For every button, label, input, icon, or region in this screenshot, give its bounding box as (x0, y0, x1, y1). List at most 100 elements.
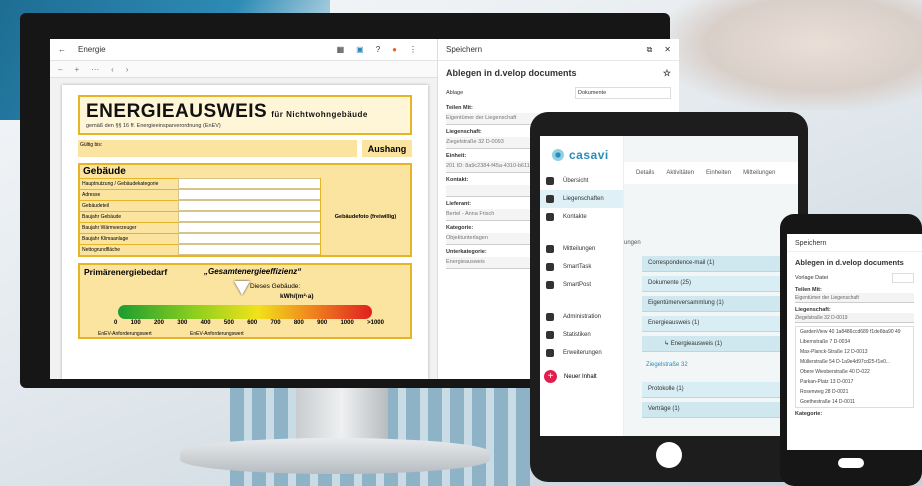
sidebar-item-uebersicht[interactable]: Übersicht (540, 172, 623, 190)
tab-aktivitaeten[interactable]: Aktivitäten (666, 170, 694, 176)
folder-row[interactable]: Energieausweis (1) (642, 316, 798, 332)
aushang-label: Aushang (362, 140, 412, 157)
vorlage-select[interactable] (892, 273, 914, 283)
sidebar-item-erweiterungen[interactable]: Erweiterungen (540, 344, 623, 362)
phone-home-button (838, 458, 864, 468)
dropdown-option[interactable]: Obere Wiesberstraße 40 D-022 (796, 367, 913, 377)
megaphone-icon (546, 245, 554, 253)
scale-tick: 400 (200, 320, 211, 326)
gebaeude-row-label: Gebäudeteil (80, 200, 178, 211)
monitor-stand (296, 386, 388, 442)
phone: Speichern Ablegen in d.velop documents V… (780, 214, 922, 486)
gebaeude-row-label: Baujahr Gebäude (80, 211, 178, 222)
teilen-mit-input[interactable]: Eigentümer der Liegenschaft (795, 293, 914, 303)
grid-icon[interactable]: ▦ (337, 45, 345, 54)
gebaeude-row-label: Adresse (80, 189, 178, 200)
enev-label: EnEV-Anforderungswert (190, 331, 244, 337)
expand-icon[interactable]: ⧉ (647, 45, 653, 55)
dieses-gebaeude-label: Dieses Gebäude: (250, 283, 301, 290)
dropdown-option[interactable]: Max-Planck-Straße 12 D-0013 (796, 347, 913, 357)
dropdown-option[interactable]: Müllerstraße 54 D-1a9e4d97cd25-f1e0... (796, 357, 913, 367)
document-viewer: ← Energie ▦ ▣ ? ● ⋮ – + ⋯ ‹ › ENERGIEAUS… (50, 39, 438, 379)
contacts-icon (546, 213, 554, 221)
dropdown-option[interactable]: GardenView 40 1a8486ccd689 f1de6ba90 49 (796, 327, 913, 337)
phone-title: Ablegen in d.velop documents (795, 258, 904, 267)
store-icon[interactable]: ▣ (356, 45, 364, 54)
puzzle-icon (546, 349, 554, 357)
zoom-in-icon[interactable]: + (74, 65, 79, 74)
new-content-button[interactable]: + Neuer Inhalt (540, 362, 623, 383)
liegenschaft-input[interactable]: Ziegelstraße 32 D-0019 (795, 313, 914, 323)
liegenschaft-dropdown: GardenView 40 1a8486ccd689 f1de6ba90 49 … (795, 326, 914, 408)
tab-details[interactable]: Details (636, 170, 654, 176)
dropdown-option[interactable]: Parkan-Platz 13 D-0017 (796, 377, 913, 387)
doc-title-suffix: für Nichtwohngebäude (271, 110, 368, 119)
sidebar-item-smartpost[interactable]: SmartPost (540, 276, 623, 294)
more-horizontal-icon[interactable]: ⋯ (91, 65, 99, 74)
gebaeude-values (178, 178, 320, 255)
folder-row[interactable]: Correspondence-mail (1) (642, 256, 798, 272)
viewer-toolbar: ← Energie ▦ ▣ ? ● ⋮ (50, 39, 437, 61)
casavi-sidebar: casavi Übersicht Liegenschaften Kontakte… (540, 136, 624, 436)
home-icon (546, 177, 554, 185)
prev-page-icon[interactable]: ‹ (111, 65, 114, 74)
panel-title: Ablegen in d.velop documents (446, 68, 577, 78)
dropdown-option[interactable]: Libernstraße 7 D-0034 (796, 337, 913, 347)
ablage-select[interactable]: Dokumente (575, 87, 671, 99)
folder-row[interactable]: ↳ Energieausweis (1) (642, 336, 798, 352)
sidebar-item-mitteilungen[interactable]: Mitteilungen (540, 240, 623, 258)
close-icon[interactable]: ✕ (664, 45, 671, 54)
sidebar-item-smarttask[interactable]: SmartTask (540, 258, 623, 276)
viewer-subtoolbar: – + ⋯ ‹ › (50, 61, 437, 78)
tablet-home-button (656, 442, 682, 468)
doc-title-box: ENERGIEAUSWEIS für Nichtwohngebäude gemäß… (78, 95, 412, 135)
primaerenergie-section: Primärenergiebedarf „Gesamtenergieeffizi… (78, 263, 412, 339)
tab-einheiten[interactable]: Einheiten (706, 170, 731, 176)
sidebar-item-administration[interactable]: Administration (540, 308, 623, 326)
dropdown-option[interactable]: Rosenweg 28 D-0021 (796, 387, 913, 397)
star-icon[interactable]: ☆ (663, 68, 671, 79)
gesamt-heading: „Gesamtenergieeffizienz“ (204, 267, 302, 276)
scale-tick: 300 (177, 320, 188, 326)
folder-row[interactable]: Verträge (1) (642, 402, 798, 418)
plus-icon: + (544, 370, 557, 383)
scale-tick: 600 (247, 320, 258, 326)
tablet-main: Details Aktivitäten Einheiten Mitteilung… (624, 136, 798, 436)
energy-scale-ticks: 0 100 200 300 400 500 600 700 800 900 10… (114, 320, 384, 326)
gebaeude-section: Gebäude Hauptnutzung / Gebäudekategorie … (78, 163, 412, 257)
field-label: Teilen Mit: (446, 105, 473, 111)
folder-row[interactable]: Protokolle (1) (642, 382, 798, 398)
doc-subtitle: gemäß den §§ 16 ff. Energieeinsparverord… (86, 123, 221, 129)
folder-row[interactable]: Eigentümerversammlung (1) (642, 296, 798, 312)
panel-header-title: Speichern (446, 45, 483, 54)
gebaeude-row-label: Baujahr Wärmeerzeuger (80, 222, 178, 233)
sidebar-item-kontakte[interactable]: Kontakte (540, 208, 623, 226)
next-page-icon[interactable]: › (126, 65, 129, 74)
tablet-screen: casavi Übersicht Liegenschaften Kontakte… (540, 136, 798, 436)
viewer-title: Energie (78, 45, 106, 54)
building-icon (546, 195, 554, 203)
tablet: casavi Übersicht Liegenschaften Kontakte… (530, 112, 808, 482)
sidebar-item-statistiken[interactable]: Statistiken (540, 326, 623, 344)
dropdown-option[interactable]: Goethestraße 14 D-0011 (796, 397, 913, 407)
task-icon (546, 263, 554, 271)
field-label: Kategorie: (795, 411, 823, 417)
ablage-label: Ablage (446, 90, 464, 96)
scale-tick: 500 (223, 320, 234, 326)
scale-tick: 700 (270, 320, 281, 326)
vorlage-label: Vorlage Datei (795, 275, 829, 281)
more-icon[interactable]: ⋮ (409, 45, 417, 54)
casavi-logo-icon (552, 149, 564, 161)
document-page: ENERGIEAUSWEIS für Nichtwohngebäude gemäß… (62, 85, 428, 379)
panel-header: Speichern ⧉ ✕ (438, 39, 679, 61)
section-label: ungen (624, 240, 641, 246)
property-link[interactable]: Ziegelstraße 32 (646, 362, 688, 368)
tab-mitteilungen[interactable]: Mitteilungen (743, 170, 775, 176)
sidebar-item-liegenschaften[interactable]: Liegenschaften (540, 190, 623, 208)
zoom-out-icon[interactable]: – (58, 65, 62, 74)
folder-row[interactable]: Dokumente (25) (642, 276, 798, 292)
gebaeude-row-label: Baujahr Klimaanlage (80, 233, 178, 244)
user-icon[interactable]: ● (392, 45, 397, 54)
help-icon[interactable]: ? (376, 45, 380, 54)
back-icon[interactable]: ← (58, 45, 66, 54)
